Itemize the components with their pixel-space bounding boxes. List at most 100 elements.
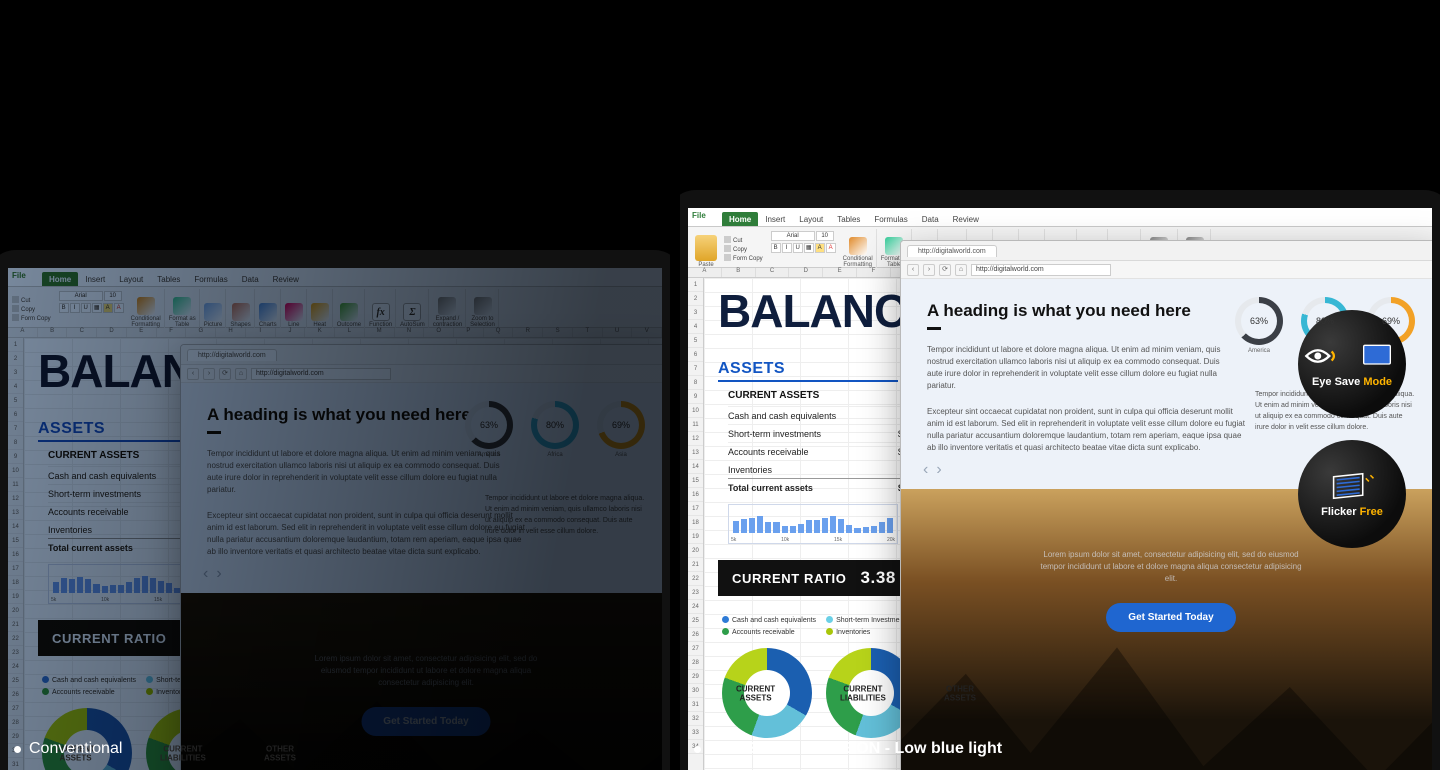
- browser-tab[interactable]: http://digitalworld.com: [907, 245, 997, 257]
- italic-button[interactable]: I: [70, 303, 80, 313]
- tab-review[interactable]: Review: [946, 212, 986, 226]
- tab-insert[interactable]: Insert: [758, 212, 792, 226]
- row-headers: 1234567891011121314151617181920212223242…: [8, 338, 24, 770]
- flicker-free-badge: Flicker Free: [1298, 440, 1406, 548]
- tab-review[interactable]: Review: [266, 272, 306, 286]
- ribbon-group[interactable]: Outcome: [334, 289, 365, 328]
- font-select[interactable]: Arial: [771, 231, 815, 241]
- ribbon-group[interactable]: Line: [282, 289, 307, 328]
- font-group: Arial10 BIU▦AA: [768, 229, 839, 268]
- color-button[interactable]: A: [114, 303, 124, 313]
- ribbon-group[interactable]: Picture: [201, 289, 227, 328]
- page-para-1: Tempor incididunt ut labore et dolore ma…: [927, 344, 1227, 392]
- row-headers: 1234567891011121314151617181920212223242…: [688, 278, 704, 770]
- back-icon[interactable]: ‹: [187, 368, 199, 380]
- donut-chart: CURRENTASSETS: [42, 708, 132, 770]
- clipboard-group: Cut Copy Form Copy: [724, 229, 767, 268]
- tab-formulas[interactable]: Formulas: [187, 272, 234, 286]
- home-icon[interactable]: ⌂: [955, 264, 967, 276]
- clipboard-group: Cut Copy Form Copy: [12, 289, 55, 328]
- bold-button[interactable]: B: [59, 303, 69, 313]
- tab-data[interactable]: Data: [235, 272, 266, 286]
- chevron-right-icon[interactable]: ›: [936, 461, 941, 479]
- back-icon[interactable]: ‹: [907, 264, 919, 276]
- browser-tab[interactable]: http://digitalworld.com: [187, 349, 277, 361]
- ratio-label: CURRENT RATIO: [52, 631, 166, 646]
- ribbon-group[interactable]: Format as Table: [166, 289, 200, 328]
- bullet-icon: [14, 746, 21, 753]
- ribbon-group[interactable]: Expand / contraction: [430, 289, 466, 328]
- font-group: Arial10 BIU▦AA: [56, 289, 127, 328]
- ribbon-group[interactable]: Conditional Formatting: [840, 229, 877, 268]
- carousel-arrows[interactable]: ‹›: [923, 461, 942, 479]
- tab-layout[interactable]: Layout: [792, 212, 830, 226]
- color-button[interactable]: A: [826, 243, 836, 253]
- ribbon-group[interactable]: Shapes: [227, 289, 254, 328]
- page-para-2: Excepteur sint occaecat cupidatat non pr…: [927, 406, 1247, 454]
- copy-button[interactable]: Copy: [724, 245, 763, 253]
- get-started-button[interactable]: Get Started Today: [361, 707, 490, 736]
- tab-home[interactable]: Home: [42, 272, 78, 286]
- address-bar[interactable]: http://digitalworld.com: [251, 368, 391, 380]
- tab-tables[interactable]: Tables: [830, 212, 867, 226]
- forward-icon[interactable]: ›: [923, 264, 935, 276]
- table-row: Total current assets$4,253,: [728, 478, 928, 496]
- ribbon-file[interactable]: File: [12, 271, 26, 280]
- ring-chart: 63%America: [1235, 297, 1283, 354]
- tab-insert[interactable]: Insert: [78, 272, 112, 286]
- caption-left: Conventional: [14, 740, 122, 758]
- ribbon-file[interactable]: File: [692, 211, 706, 220]
- size-select[interactable]: 10: [816, 231, 834, 241]
- home-icon[interactable]: ⌂: [235, 368, 247, 380]
- side-text: Tempor incididunt ut labore et dolore ma…: [485, 493, 645, 537]
- fill-button[interactable]: A: [103, 303, 113, 313]
- reload-icon[interactable]: ⟳: [939, 264, 951, 276]
- tab-home[interactable]: Home: [722, 212, 758, 226]
- copy-button[interactable]: Copy: [12, 305, 51, 313]
- border-button[interactable]: ▦: [92, 303, 102, 313]
- underline-button[interactable]: U: [793, 243, 803, 253]
- underline-button[interactable]: U: [81, 303, 91, 313]
- ribbon-group[interactable]: fxFunction: [366, 289, 396, 328]
- paste-icon[interactable]: [695, 235, 717, 261]
- browser-window: http://digitalworld.com ‹ › ⟳ ⌂ http://d…: [180, 344, 662, 770]
- donut-legend: Cash and cash equivalentsShort-term Inve…: [722, 616, 909, 636]
- cta-description: Lorem ipsum dolor sit amet, consectetur …: [1036, 549, 1306, 585]
- tab-formulas[interactable]: Formulas: [867, 212, 914, 226]
- cut-button[interactable]: Cut: [724, 236, 763, 244]
- page-para-2: Excepteur sint occaecat cupidatat non pr…: [207, 510, 527, 558]
- tab-layout[interactable]: Layout: [112, 272, 150, 286]
- ribbon-group[interactable]: Zoom to Selection: [467, 289, 499, 328]
- carousel-arrows[interactable]: ‹›: [203, 565, 222, 583]
- size-select[interactable]: 10: [104, 291, 122, 301]
- asset-rows: Cash and cash equivalents$373,Short-term…: [728, 406, 928, 496]
- subsection-current-assets: CURRENT ASSETS: [728, 390, 819, 401]
- tab-tables[interactable]: Tables: [150, 272, 187, 286]
- ring-chart: 80%Africa: [531, 401, 579, 458]
- italic-button[interactable]: I: [782, 243, 792, 253]
- address-bar[interactable]: http://digitalworld.com: [971, 264, 1111, 276]
- ribbon-tabs: Home Insert Layout Tables Formulas Data …: [8, 268, 662, 286]
- tab-data[interactable]: Data: [915, 212, 946, 226]
- ribbon-group[interactable]: Charts: [256, 289, 281, 328]
- forward-icon[interactable]: ›: [203, 368, 215, 380]
- bullet-icon: [694, 746, 701, 753]
- bold-button[interactable]: B: [771, 243, 781, 253]
- table-row: Short-term investments$1,517,: [728, 424, 928, 442]
- get-started-button[interactable]: Get Started Today: [1106, 603, 1235, 632]
- chevron-left-icon[interactable]: ‹: [923, 461, 928, 479]
- cut-button[interactable]: Cut: [12, 296, 51, 304]
- ribbon-group[interactable]: Conditional Formatting: [128, 289, 165, 328]
- border-button[interactable]: ▦: [804, 243, 814, 253]
- ribbon-group[interactable]: Heat: [308, 289, 333, 328]
- fill-button[interactable]: A: [815, 243, 825, 253]
- table-row: Inventories$445,: [728, 460, 928, 478]
- reload-icon[interactable]: ⟳: [219, 368, 231, 380]
- ribbon-group[interactable]: ΣAutoSum: [397, 289, 429, 328]
- font-select[interactable]: Arial: [59, 291, 103, 301]
- page-para-1: Tempor incididunt ut labore et dolore ma…: [207, 448, 507, 496]
- form-copy-button[interactable]: Form Copy: [12, 314, 51, 322]
- form-copy-button[interactable]: Form Copy: [724, 254, 763, 262]
- chevron-right-icon[interactable]: ›: [216, 565, 221, 583]
- chevron-left-icon[interactable]: ‹: [203, 565, 208, 583]
